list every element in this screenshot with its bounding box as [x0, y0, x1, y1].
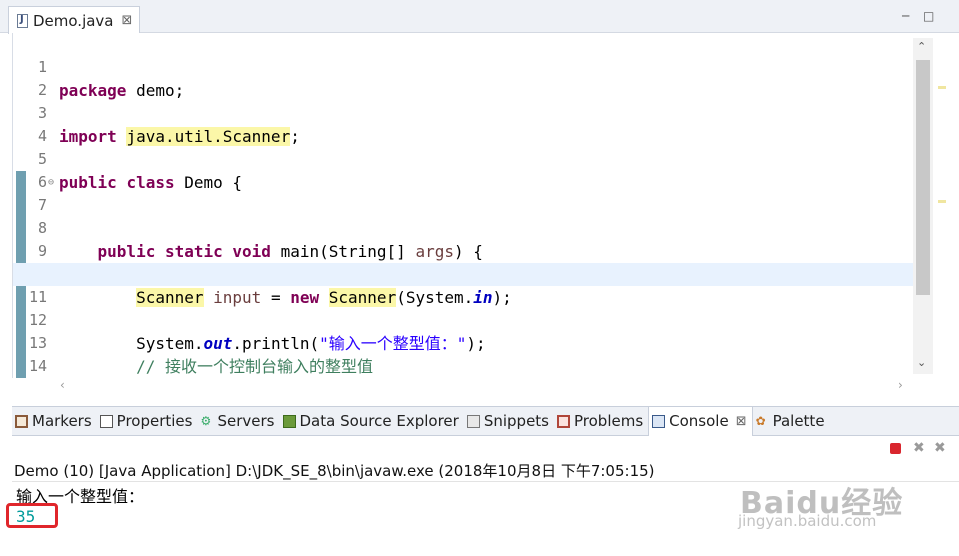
tab-servers[interactable]: ⚙ Servers [197, 407, 279, 435]
tab-snippets[interactable]: Snippets [464, 407, 554, 435]
overview-ruler-mark[interactable] [938, 86, 946, 89]
code-line: 1 package demo; [37, 58, 185, 100]
console-launch-info: Demo (10) [Java Application] D:\JDK_SE_8… [14, 462, 655, 480]
code-line: 2 [37, 81, 47, 99]
tab-problems[interactable]: Problems [554, 407, 648, 435]
minimize-icon[interactable]: ─ [902, 9, 909, 23]
remove-launch-icon[interactable]: ✖ [913, 440, 925, 458]
code-line-current: 11 [13, 263, 913, 306]
code-line: 6 [37, 173, 47, 191]
code-line: 13 // 接收一个控制台输入的整型值 [28, 334, 373, 376]
code-line: 9 // 创建一个控制台输入流 [37, 242, 325, 284]
tab-data-source-explorer[interactable]: Data Source Explorer [280, 407, 464, 435]
tab-palette[interactable]: ✿ Palette [753, 407, 830, 435]
code-line: 3 import java.util.Scanner; [37, 104, 300, 146]
scroll-left-icon[interactable]: ‹ [60, 378, 65, 392]
tab-console[interactable]: Console ⊠ [648, 406, 753, 436]
snippets-icon [466, 414, 480, 428]
fold-collapse-icon[interactable]: ⊖ [48, 171, 54, 194]
views-tab-bar: Markers Properties ⚙ Servers Data Source… [12, 406, 959, 436]
terminate-icon[interactable] [890, 443, 901, 454]
close-icon[interactable]: ⊠ [122, 13, 133, 28]
editor-horizontal-scrollbar[interactable]: ‹ › [58, 378, 913, 394]
overview-ruler-mark[interactable] [938, 200, 946, 203]
data-source-icon [282, 414, 296, 428]
close-icon[interactable]: ⊠ [736, 414, 747, 429]
scroll-up-icon[interactable]: ⌃ [917, 40, 926, 53]
console-icon [652, 414, 666, 428]
code-line: 10 Scanner input = new Scanner(System.in… [29, 265, 512, 307]
code-line: 14 int n = input.nextInt(); [28, 357, 47, 375]
properties-icon [99, 414, 113, 428]
scrollbar-thumb[interactable] [916, 60, 930, 295]
code-line: 4 [37, 127, 47, 145]
markers-icon [15, 414, 28, 428]
editor-tab-bar: Demo.java ⊠ ─ □ [0, 0, 959, 34]
tab-properties[interactable]: Properties [97, 407, 198, 435]
watermark-url: jingyan.baidu.com [738, 512, 877, 530]
remove-all-launches-icon[interactable]: ✖ [934, 440, 946, 458]
input-highlight-box [6, 503, 58, 528]
java-file-icon [17, 13, 28, 28]
scroll-right-icon[interactable]: › [898, 378, 903, 392]
code-line: 15 System.out.println("接收到的整型值为：" + n); [13, 355, 913, 378]
code-line: 12 System.out.println("输入一个整型值："); [28, 311, 486, 353]
maximize-icon[interactable]: □ [923, 9, 934, 23]
code-line: 8 [37, 219, 47, 237]
problems-icon [557, 414, 570, 428]
editor-vertical-scrollbar[interactable]: ⌃ ⌄ [913, 38, 933, 374]
tab-markers[interactable]: Markers [12, 407, 97, 435]
editor-tab-label: Demo.java [33, 11, 114, 30]
palette-icon: ✿ [755, 413, 766, 428]
scroll-down-icon[interactable]: ⌄ [917, 356, 926, 369]
code-line: 5 public class Demo { [37, 150, 243, 192]
code-editor[interactable]: 1 package demo; 2 3 import java.util.Sca… [12, 33, 935, 378]
code-line: 7 ⊖ public static void main(String[] arg… [13, 171, 913, 261]
editor-tab-demo-java[interactable]: Demo.java ⊠ [8, 6, 140, 34]
servers-icon: ⚙ [200, 413, 212, 428]
